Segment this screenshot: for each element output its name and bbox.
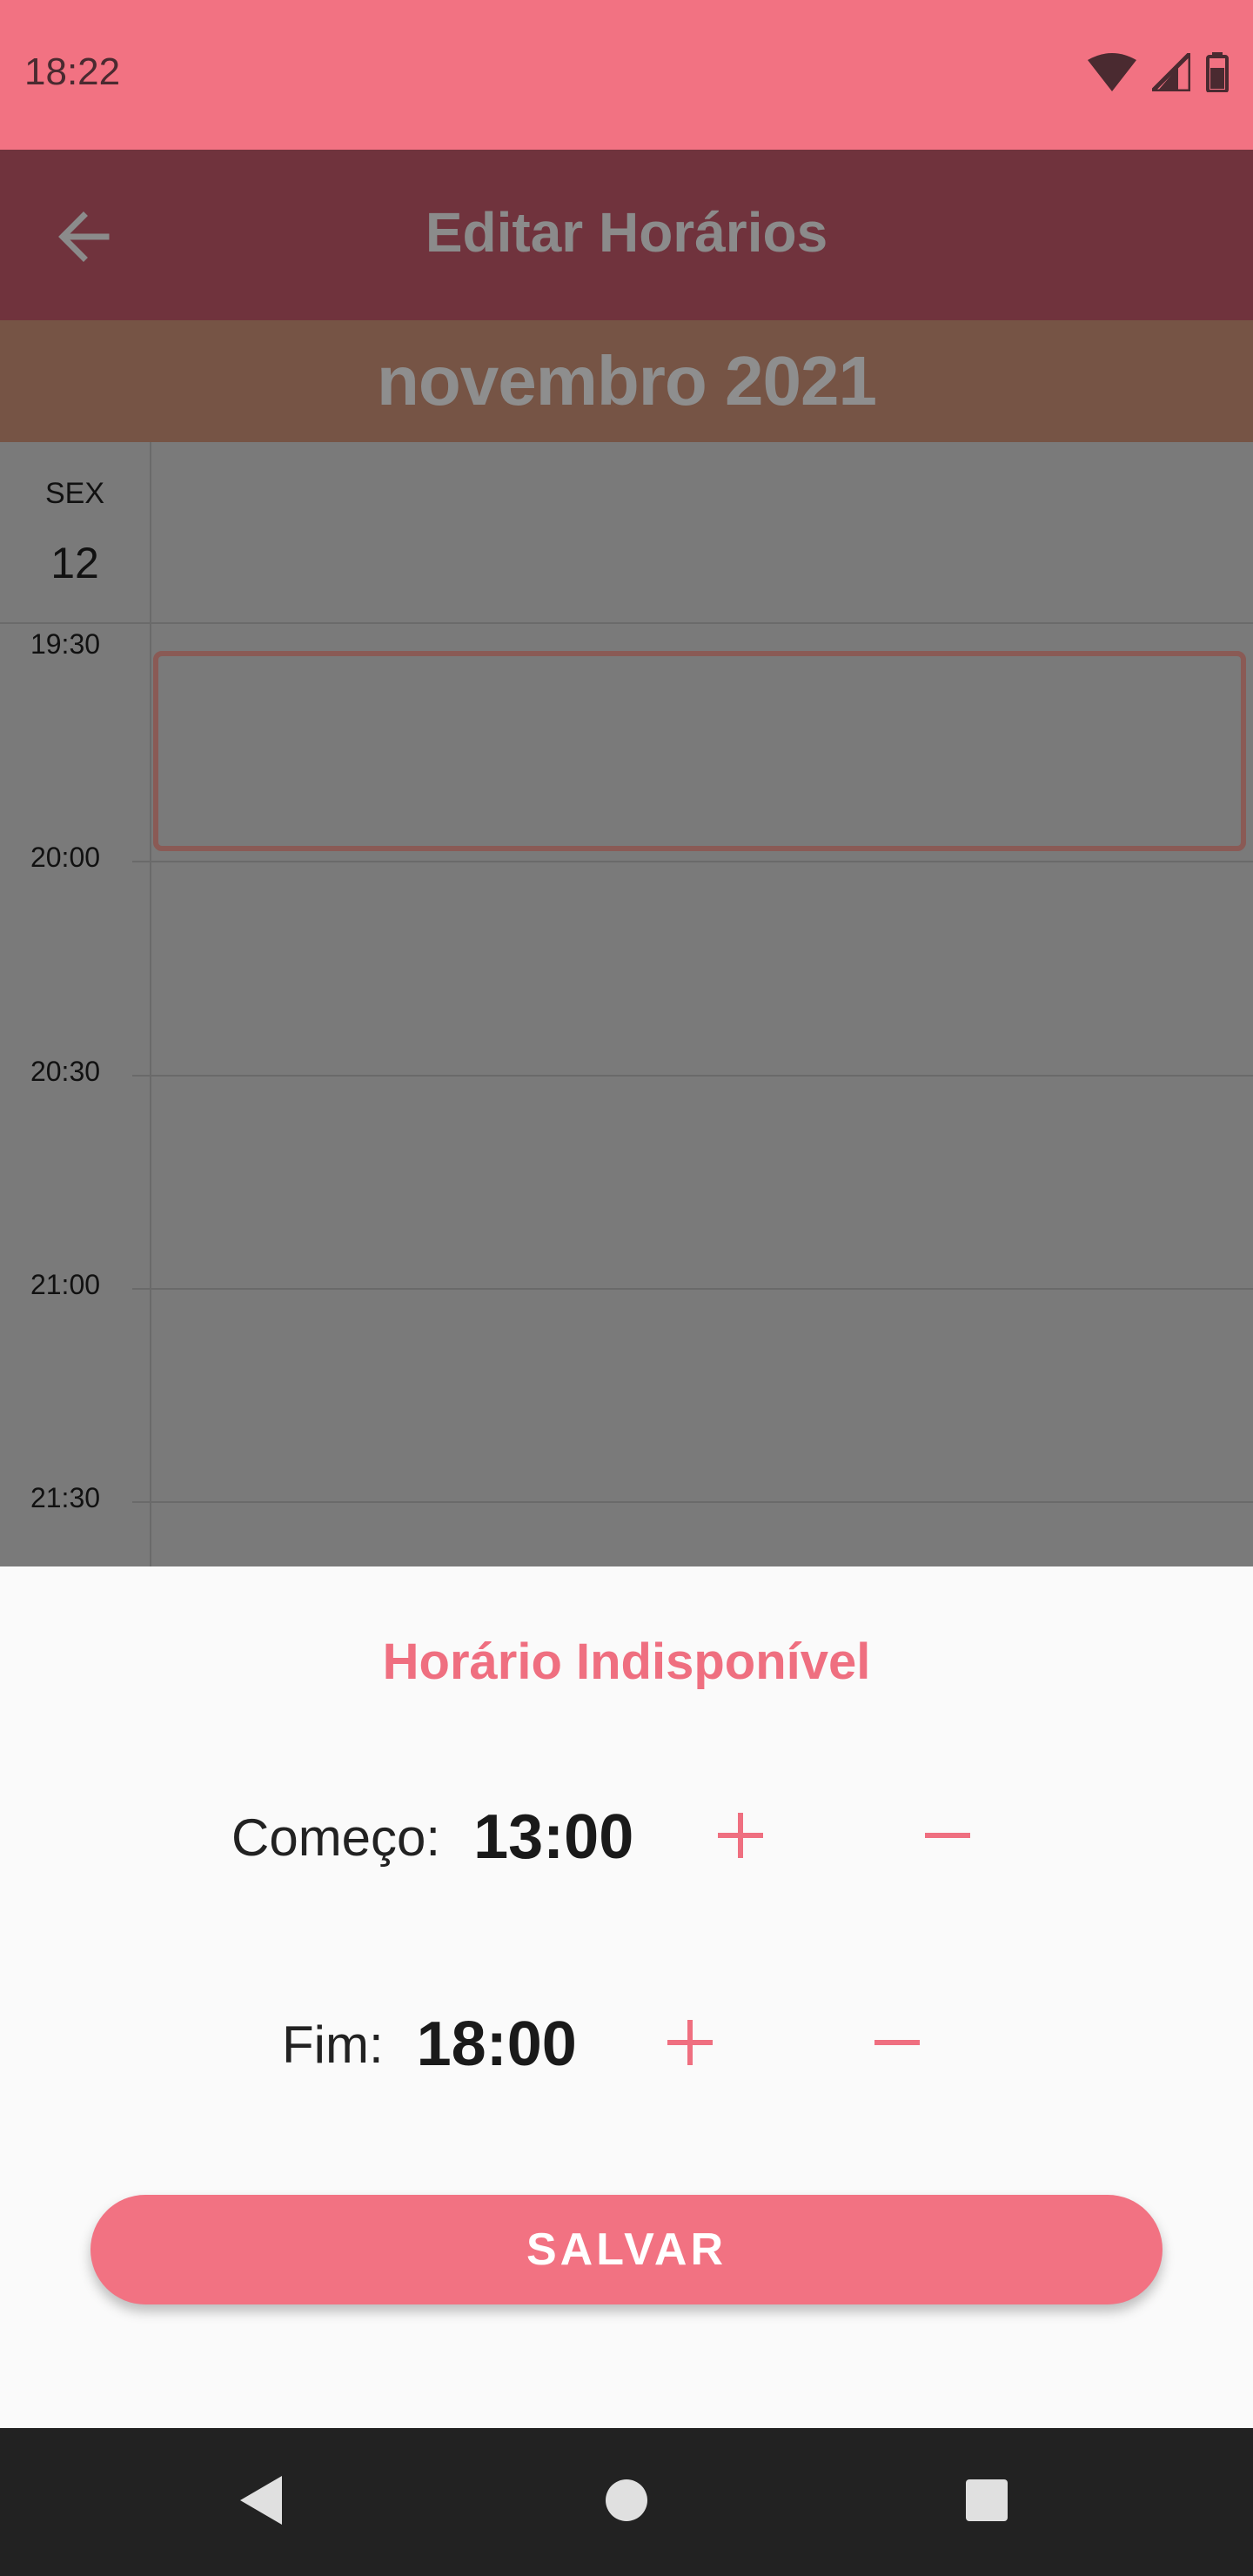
- time-slot-label: 21:00: [30, 1269, 101, 1300]
- time-slot-row[interactable]: 21:00: [0, 1269, 1253, 1300]
- save-button[interactable]: SALVAR: [90, 2195, 1163, 2304]
- time-slot-row[interactable]: 21:30: [0, 1482, 1253, 1513]
- day-name: SEX: [44, 477, 105, 510]
- nav-recents-button[interactable]: [952, 2467, 1022, 2537]
- time-slot-line: [132, 861, 1253, 862]
- end-time-value: 18:00: [416, 2009, 577, 2079]
- start-decrement-button[interactable]: [900, 1789, 995, 1885]
- battery-icon: [1206, 52, 1229, 97]
- end-decrement-button[interactable]: [849, 1996, 945, 2092]
- time-slot-line: [132, 1288, 1253, 1290]
- system-nav-bar: [0, 2428, 1253, 2576]
- day-number: 12: [50, 539, 99, 587]
- plus-icon: [714, 1809, 767, 1866]
- time-slot-row[interactable]: 20:00: [0, 842, 1253, 873]
- app-bar: Editar Horários: [0, 150, 1253, 320]
- nav-home-button[interactable]: [592, 2467, 661, 2537]
- status-icons: [1088, 47, 1229, 97]
- time-slot-line: [132, 1501, 1253, 1503]
- month-label: novembro 2021: [377, 342, 877, 419]
- time-slot-label: 19:30: [30, 628, 101, 660]
- minus-icon: [871, 2016, 923, 2073]
- time-slot-label: 21:30: [30, 1482, 101, 1513]
- time-slot-label: 20:00: [30, 842, 101, 873]
- plus-icon: [664, 2016, 716, 2073]
- nav-back-button[interactable]: [226, 2467, 296, 2537]
- time-slot-label: 20:30: [30, 1056, 101, 1087]
- end-increment-button[interactable]: [642, 1996, 738, 2092]
- page-title: Editar Horários: [425, 201, 828, 264]
- unavailable-time-sheet: Horário Indisponível Começo: 13:00 Fim: …: [0, 1566, 1253, 2428]
- time-slot-row[interactable]: 20:30: [0, 1056, 1253, 1087]
- end-time-row: Fim: 18:00: [282, 1996, 577, 2092]
- home-circle-icon: [604, 2478, 649, 2527]
- start-time-row: Começo: 13:00: [231, 1789, 633, 1885]
- start-time-value: 13:00: [473, 1802, 634, 1872]
- status-bar: 18:22: [0, 0, 1253, 150]
- day-column-divider: [150, 442, 151, 1566]
- start-increment-button[interactable]: [693, 1789, 788, 1885]
- month-header: novembro 2021: [0, 320, 1253, 442]
- header-divider: [0, 622, 1253, 624]
- selected-time-block[interactable]: [153, 651, 1246, 851]
- end-label: Fim:: [282, 2015, 384, 2074]
- start-label: Começo:: [231, 1808, 441, 1867]
- minus-icon: [921, 1809, 974, 1866]
- signal-icon: [1146, 47, 1193, 96]
- day-header[interactable]: SEX 12: [0, 442, 150, 623]
- sheet-title: Horário Indisponível: [382, 1633, 871, 1690]
- time-slot-line: [132, 1075, 1253, 1077]
- wifi-icon: [1088, 53, 1136, 96]
- day-calendar: SEX 12 19:30 20:00 20:30 21:00 21:30: [0, 442, 1253, 1566]
- recents-square-icon: [964, 2478, 1009, 2527]
- back-triangle-icon: [237, 2474, 285, 2531]
- status-time: 18:22: [24, 50, 121, 93]
- time-slot-row[interactable]: 19:30: [0, 628, 1253, 660]
